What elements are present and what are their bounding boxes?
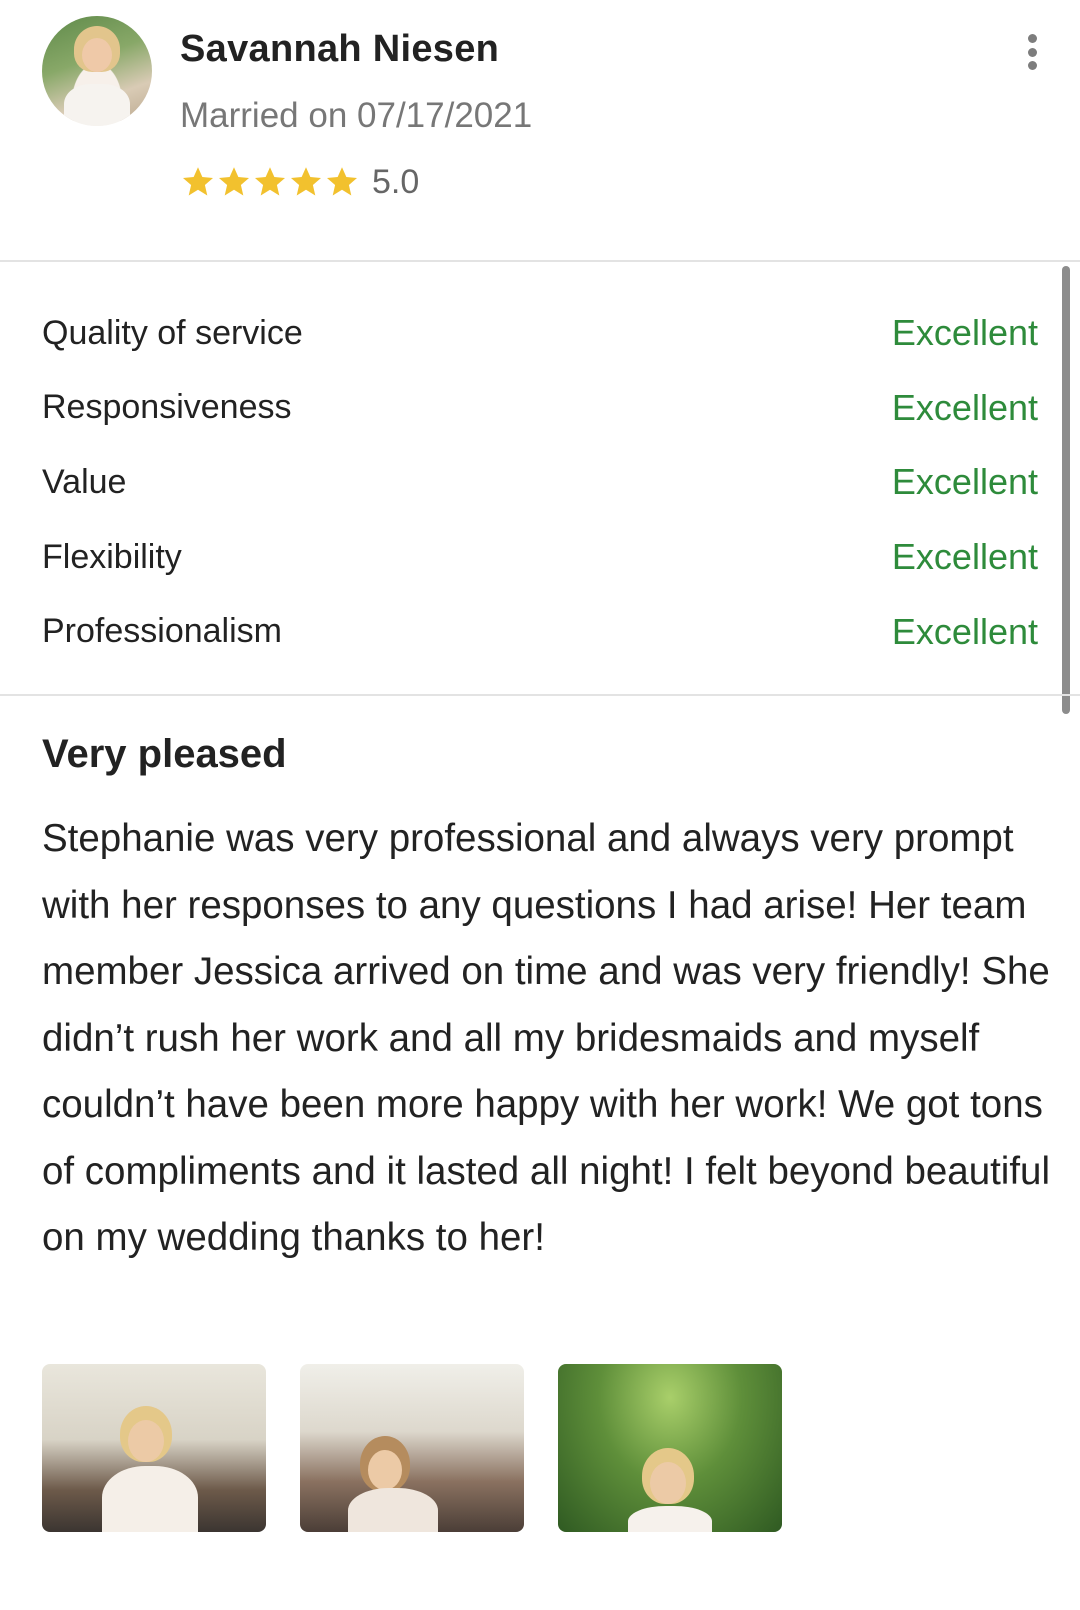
divider [0, 260, 1080, 262]
review-card: Savannah Niesen Married on 07/17/2021 5.… [0, 0, 1080, 1610]
star-icon [252, 164, 288, 200]
review-title: Very pleased [42, 732, 287, 776]
rating-grade: Excellent [891, 610, 1038, 652]
rating-grade: Excellent [891, 461, 1038, 503]
rating-label: Flexibility [42, 537, 182, 576]
rating-label: Quality of service [42, 313, 303, 352]
more-vertical-icon[interactable] [1018, 30, 1046, 74]
star-icon [180, 164, 216, 200]
menu-dot [1027, 61, 1037, 70]
photo-figure [628, 1506, 712, 1532]
rating-label: Professionalism [42, 612, 282, 651]
avatar-dress [64, 84, 130, 126]
rating-grade: Excellent [891, 312, 1038, 354]
rating-label: Value [42, 462, 127, 501]
photo-figure [348, 1488, 438, 1532]
photo-figure [368, 1450, 402, 1490]
rating-row-responsiveness: Responsiveness Excellent [42, 371, 1038, 446]
rating-value: 5.0 [372, 162, 420, 201]
scrollbar[interactable] [1062, 266, 1070, 714]
rating-row-quality: Quality of service Excellent [42, 296, 1038, 371]
avatar[interactable] [42, 16, 152, 126]
avatar-face [82, 38, 112, 72]
star-icon [288, 164, 324, 200]
rating-row-value: Value Excellent [42, 445, 1038, 520]
menu-dot [1027, 34, 1037, 43]
rating-row-flexibility: Flexibility Excellent [42, 520, 1038, 595]
review-photo[interactable] [558, 1364, 782, 1532]
rating-breakdown: Quality of service Excellent Responsiven… [42, 296, 1038, 669]
reviewer-name: Savannah Niesen [180, 28, 500, 70]
married-date: Married on 07/17/2021 [180, 96, 533, 135]
rating-row-professionalism: Professionalism Excellent [42, 594, 1038, 669]
star-icon [216, 164, 252, 200]
menu-dot [1027, 47, 1037, 57]
rating-label: Responsiveness [42, 388, 292, 427]
rating-grade: Excellent [891, 536, 1038, 578]
star-rating [180, 164, 360, 200]
divider [0, 694, 1080, 696]
photo-figure [128, 1420, 164, 1462]
review-photo[interactable] [42, 1364, 266, 1532]
rating-grade: Excellent [891, 386, 1038, 428]
review-photos [42, 1364, 782, 1532]
review-body: Stephanie was very professional and alwa… [42, 817, 1051, 1259]
overall-rating: 5.0 [180, 162, 419, 202]
photo-figure [102, 1466, 198, 1532]
star-icon [324, 164, 360, 200]
review-photo[interactable] [300, 1364, 524, 1532]
photo-figure [650, 1462, 686, 1504]
